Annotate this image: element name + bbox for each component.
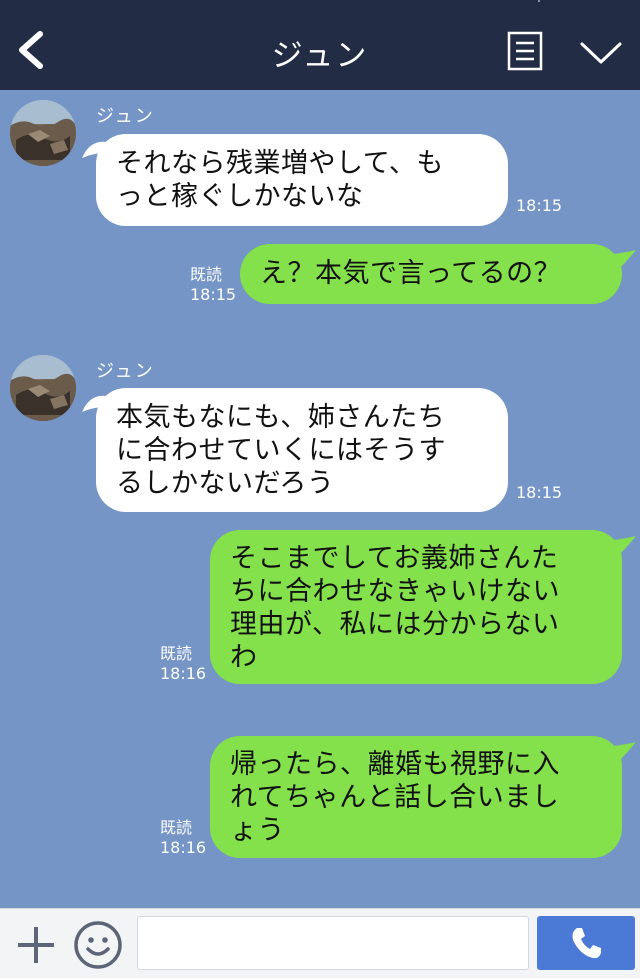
bubble-tail	[614, 536, 636, 556]
message-line: ょう	[230, 815, 285, 846]
menu-toggle-button[interactable]	[578, 38, 624, 68]
message-timestamp: 18:16	[160, 838, 207, 857]
message-bubble-outgoing[interactable]: え？本気で言ってるの？	[240, 244, 622, 304]
plus-icon	[18, 927, 54, 963]
bubble-tail	[614, 742, 636, 762]
message-timestamp: 18:15	[516, 483, 563, 502]
read-receipt: 既読	[160, 818, 193, 837]
sender-name: ジュン	[96, 106, 155, 127]
message-line: 理由が、私には分からない	[230, 609, 560, 640]
read-receipt: 既読	[190, 265, 223, 284]
message-line: わ	[230, 642, 258, 673]
message-line: ちに合わせなきゃいけない	[230, 576, 560, 607]
call-button[interactable]	[537, 916, 635, 970]
chat-title: ジュン	[271, 38, 369, 74]
add-attachment-button[interactable]	[14, 923, 58, 967]
phone-icon	[572, 928, 601, 959]
message-line: るしかないだろう	[116, 468, 335, 499]
message-timestamp: 18:15	[516, 196, 563, 215]
message-timestamp: 18:16	[160, 664, 207, 683]
chat-header: ジュン	[0, 0, 640, 90]
input-bar	[0, 908, 640, 978]
message-line: 帰ったら、離婚も視野に入	[230, 749, 560, 780]
notes-icon	[507, 31, 543, 71]
message-line: れてちゃんと話し合いまし	[230, 782, 560, 813]
message-bubble-outgoing[interactable]: そこまでしてお義姉さんた ちに合わせなきゃいけない 理由が、私には分からない わ	[210, 530, 622, 684]
message-list[interactable]: ジュン それなら残業増やして、も っと稼ぐしかないな 18:15 既読 18:1…	[0, 90, 640, 908]
avatar[interactable]	[10, 100, 76, 166]
emoji-button[interactable]	[72, 919, 124, 971]
message-line: っと稼ぐしかないな	[116, 181, 364, 212]
avatar[interactable]	[10, 355, 76, 421]
status-bar-mark	[538, 0, 540, 2]
sender-name: ジュン	[96, 361, 155, 382]
message-timestamp: 18:15	[190, 285, 237, 304]
message-line: に合わせていくにはそうす	[116, 435, 446, 466]
message-line: そこまでしてお義姉さんた	[230, 543, 559, 574]
read-receipt: 既読	[160, 644, 193, 663]
message-line: 本気もなにも、姉さんたち	[116, 402, 446, 433]
message-line: え？本気で言ってるの？	[260, 258, 562, 289]
chevron-down-icon	[580, 42, 622, 64]
message-input[interactable]	[137, 916, 529, 970]
message-bubble-outgoing[interactable]: 帰ったら、離婚も視野に入 れてちゃんと話し合いまし ょう	[210, 736, 622, 858]
message-bubble-incoming[interactable]: 本気もなにも、姉さんたち に合わせていくにはそうす るしかないだろう	[96, 388, 508, 512]
message-bubble-incoming[interactable]: それなら残業増やして、も っと稼ぐしかないな	[96, 134, 508, 226]
notes-button[interactable]	[506, 30, 544, 72]
smiley-icon	[74, 921, 122, 969]
message-line: それなら残業増やして、も	[116, 148, 444, 179]
bubble-tail	[614, 250, 636, 270]
